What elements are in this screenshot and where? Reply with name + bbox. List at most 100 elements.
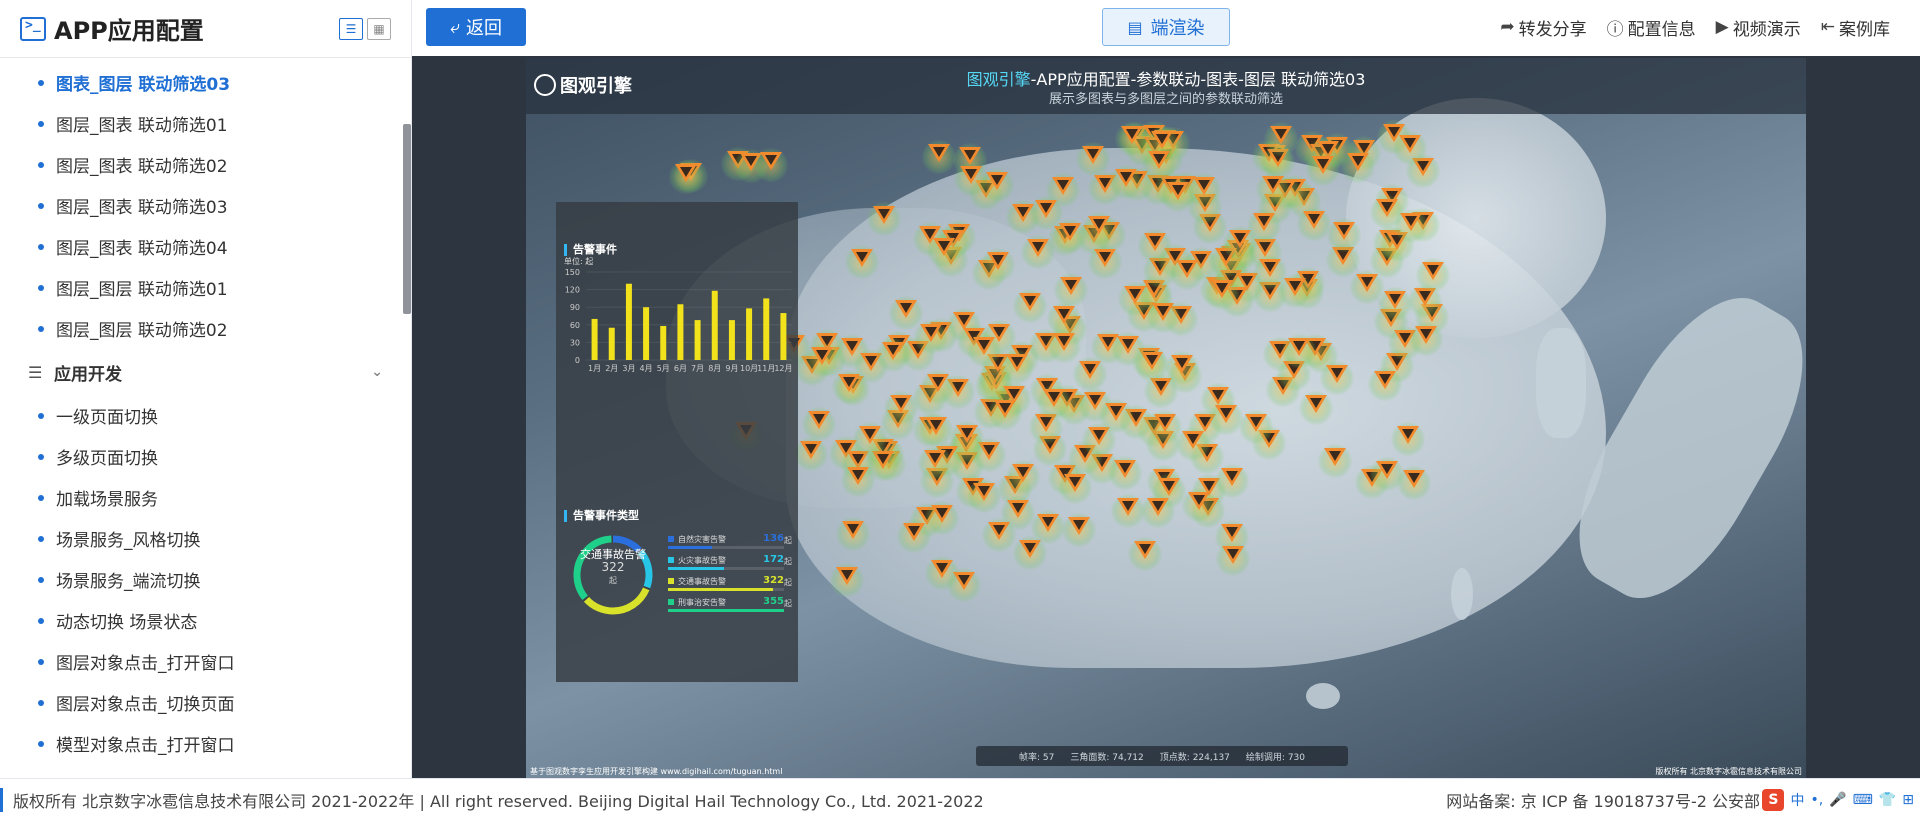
bar[interactable] xyxy=(728,320,735,360)
alarm-marker-icon[interactable] xyxy=(1019,293,1042,312)
sidebar-item[interactable]: 场景服务_端流切换 xyxy=(0,559,411,600)
alarm-marker-icon[interactable] xyxy=(1422,261,1445,280)
alarm-marker-icon[interactable] xyxy=(1346,153,1369,172)
alarm-marker-icon[interactable] xyxy=(1006,354,1029,373)
alarm-marker-icon[interactable] xyxy=(873,206,896,225)
alarm-marker-icon[interactable] xyxy=(1283,278,1306,297)
sidebar-item[interactable]: 图层_图层 联动筛选02 xyxy=(0,308,411,349)
alarm-marker-icon[interactable] xyxy=(903,523,926,542)
sidebar-item[interactable]: 图层_图层 联动筛选01 xyxy=(0,267,411,308)
bar[interactable] xyxy=(660,325,667,360)
alarm-marker-icon[interactable] xyxy=(1253,212,1276,231)
alarm-marker-icon[interactable] xyxy=(1375,199,1398,218)
alarm-marker-icon[interactable] xyxy=(1376,461,1399,480)
map-scene[interactable]: 图观引擎 图观引擎-APP应用配置-参数联动-图表-图层 联动筛选03 展示多图… xyxy=(526,58,1806,778)
alarm-marker-icon[interactable] xyxy=(1093,248,1116,267)
alarm-marker-icon[interactable] xyxy=(926,374,949,393)
alarm-marker-icon[interactable] xyxy=(1115,168,1138,187)
alarm-marker-icon[interactable] xyxy=(1287,337,1310,356)
render-viewport[interactable]: 图观引擎 图观引擎-APP应用配置-参数联动-图表-图层 联动筛选03 展示多图… xyxy=(412,56,1920,778)
case-library-button[interactable]: ⇤ 案例库 xyxy=(1821,15,1890,40)
alarm-marker-icon[interactable] xyxy=(1064,473,1087,492)
grid-view-icon[interactable]: ▦ xyxy=(367,17,391,40)
alarm-marker-icon[interactable] xyxy=(1269,126,1292,145)
alarm-marker-icon[interactable] xyxy=(1068,517,1091,536)
alarm-marker-icon[interactable] xyxy=(1302,210,1325,229)
alarm-marker-icon[interactable] xyxy=(1116,335,1139,354)
legend-item[interactable]: 火灾事故告警 172 起 xyxy=(668,554,792,575)
alarm-marker-icon[interactable] xyxy=(1052,176,1075,195)
icp-text[interactable]: 网站备案: 京 ICP 备 19018737号-2 公安部 xyxy=(1446,788,1760,812)
alarm-marker-icon[interactable] xyxy=(1141,352,1164,371)
alarm-marker-icon[interactable] xyxy=(1325,365,1348,384)
legend-item[interactable]: 自然灾害告警 136 起 xyxy=(668,533,792,554)
alarm-marker-icon[interactable] xyxy=(1415,325,1438,344)
alarm-marker-icon[interactable] xyxy=(931,505,953,524)
alarm-marker-icon[interactable] xyxy=(1167,182,1190,201)
alarm-marker-icon[interactable] xyxy=(952,571,975,590)
alarm-marker-icon[interactable] xyxy=(1403,469,1426,488)
alarm-marker-icon[interactable] xyxy=(973,337,996,356)
sidebar-item[interactable]: 图层对象点击_切换页面 xyxy=(0,682,411,723)
bar[interactable] xyxy=(780,313,787,360)
sidebar-item[interactable]: 多级页面切换 xyxy=(0,436,411,477)
sidebar-scrollbar[interactable] xyxy=(403,124,411,314)
alarm-marker-icon[interactable] xyxy=(1305,394,1328,413)
ime-lang-indicator[interactable]: 中 xyxy=(1790,790,1804,810)
alarm-marker-icon[interactable] xyxy=(1079,360,1102,379)
alarm-marker-icon[interactable] xyxy=(1396,426,1419,445)
alarm-marker-icon[interactable] xyxy=(836,566,859,585)
list-view-icon[interactable]: ☰ xyxy=(339,17,363,40)
share-button[interactable]: ➦ 转发分享 xyxy=(1500,15,1586,40)
sidebar-item[interactable]: 一级页面切换 xyxy=(0,395,411,436)
alarm-marker-icon[interactable] xyxy=(1245,413,1268,432)
sidebar-item[interactable]: 图层_图表 联动筛选02 xyxy=(0,144,411,185)
alarm-marker-icon[interactable] xyxy=(1006,500,1029,519)
alarm-marker-icon[interactable] xyxy=(1037,514,1060,533)
alarm-marker-icon[interactable] xyxy=(1117,498,1140,517)
alarm-marker-icon[interactable] xyxy=(1311,155,1334,174)
alarm-marker-icon[interactable] xyxy=(1026,239,1049,258)
alarm-marker-icon[interactable] xyxy=(1188,491,1211,510)
legend-item[interactable]: 交通事故告警 322 起 xyxy=(668,575,792,596)
alarm-marker-icon[interactable] xyxy=(1019,539,1042,558)
alarm-marker-icon[interactable] xyxy=(1052,332,1075,351)
sidebar-item[interactable]: 模型对象点击_打开窗口 xyxy=(0,723,411,764)
alarm-marker-icon[interactable] xyxy=(1210,279,1233,298)
alarm-marker-icon[interactable] xyxy=(1151,130,1174,149)
alarm-marker-icon[interactable] xyxy=(811,347,834,366)
sidebar-item[interactable]: 图层_图表 联动筛选03 xyxy=(0,185,411,226)
alarm-marker-icon[interactable] xyxy=(1012,463,1035,482)
alarm-marker-icon[interactable] xyxy=(759,152,782,171)
alarm-marker-icon[interactable] xyxy=(881,342,904,361)
bar[interactable] xyxy=(608,327,615,360)
alarm-marker-icon[interactable] xyxy=(925,416,948,435)
bar[interactable] xyxy=(643,307,650,360)
alarm-marker-icon[interactable] xyxy=(1058,223,1081,242)
bar[interactable] xyxy=(591,318,598,360)
alarm-marker-icon[interactable] xyxy=(859,426,882,445)
bar[interactable] xyxy=(625,283,632,360)
alarm-marker-icon[interactable] xyxy=(1214,404,1237,423)
alarm-marker-icon[interactable] xyxy=(1222,546,1245,565)
alarm-marker-icon[interactable] xyxy=(1324,447,1347,466)
microphone-icon[interactable]: 🎤 xyxy=(1829,792,1846,808)
bar[interactable] xyxy=(763,298,770,360)
alarm-marker-icon[interactable] xyxy=(1399,134,1422,153)
sidebar-item[interactable]: 图表_图层 联动筛选03 xyxy=(0,62,411,103)
alarm-marker-icon[interactable] xyxy=(1143,232,1166,251)
bar[interactable] xyxy=(677,304,684,360)
alarm-marker-icon[interactable] xyxy=(675,164,698,183)
alarm-marker-icon[interactable] xyxy=(841,520,864,539)
alarm-marker-icon[interactable] xyxy=(1113,460,1136,479)
alarm-marker-icon[interactable] xyxy=(1153,413,1176,432)
sogou-icon[interactable]: S xyxy=(1762,789,1785,811)
alarm-marker-icon[interactable] xyxy=(1356,273,1379,292)
alarm-marker-icon[interactable] xyxy=(1220,467,1243,486)
sidebar-group-app-dev[interactable]: ☰ 应用开发 ⌄ xyxy=(0,349,411,395)
alarm-marker-icon[interactable] xyxy=(807,410,830,429)
alarm-marker-icon[interactable] xyxy=(1104,403,1127,421)
video-demo-button[interactable]: ▶ 视频演示 xyxy=(1716,15,1801,40)
alarm-marker-icon[interactable] xyxy=(923,449,946,468)
alarm-marker-icon[interactable] xyxy=(1147,498,1170,517)
